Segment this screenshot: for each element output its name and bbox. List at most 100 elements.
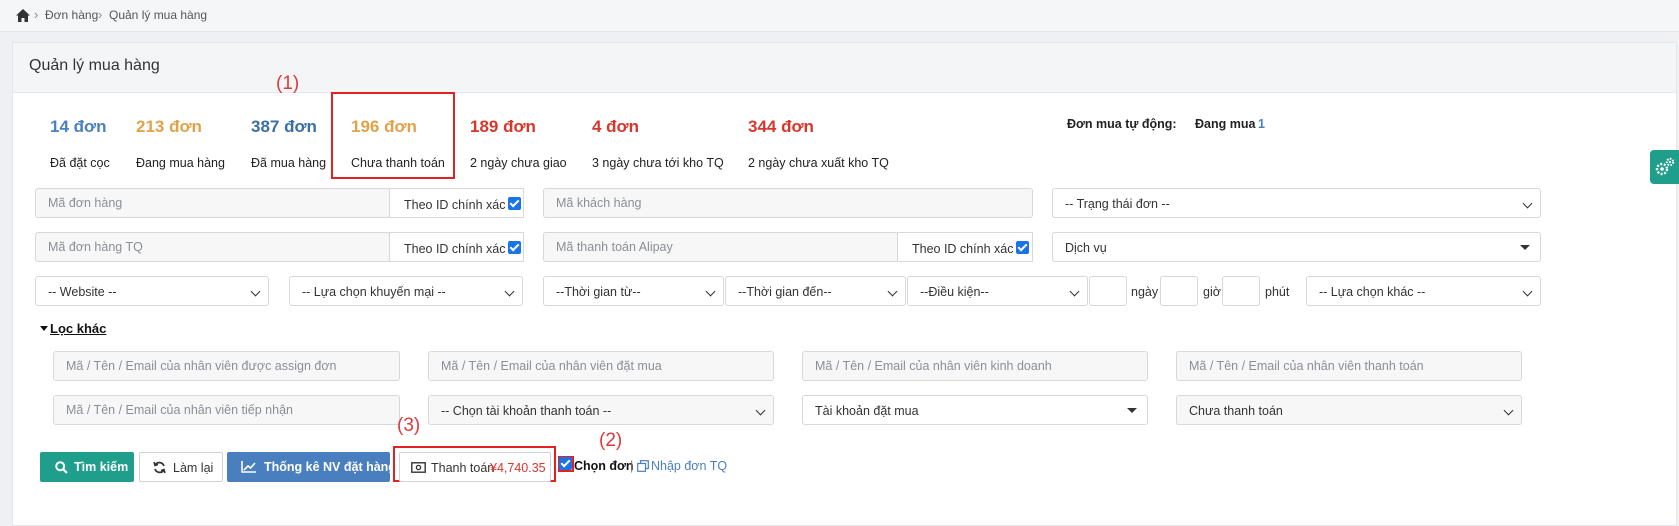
- stat-label-unpaid[interactable]: Chưa thanh toán: [351, 156, 445, 170]
- gears-icon: [1655, 157, 1675, 176]
- order-status-select[interactable]: -- Trạng thái đơn --: [1052, 188, 1541, 218]
- stat-count-not-delivered[interactable]: 189 đơn: [470, 117, 536, 137]
- stat-count-deposited[interactable]: 14 đơn: [50, 117, 107, 137]
- stat-label-bought[interactable]: Đã mua hàng: [251, 156, 326, 170]
- home-icon[interactable]: [16, 9, 30, 22]
- buy-account-value: Tài khoản đặt mua: [815, 404, 919, 418]
- alipay-code-input[interactable]: [543, 232, 898, 262]
- stat-count-not-exported[interactable]: 344 đơn: [748, 117, 814, 137]
- chevron-down-icon: [250, 286, 261, 297]
- exact-id-checkbox-1[interactable]: [508, 197, 522, 210]
- annotation-2: (2): [599, 430, 623, 451]
- reset-button-label: Làm lại: [173, 461, 214, 475]
- minutes-input[interactable]: [1222, 276, 1260, 306]
- buy-account-select[interactable]: Tài khoản đặt mua: [802, 395, 1148, 425]
- order-code-tq-input[interactable]: [35, 232, 390, 262]
- service-value: Dịch vụ: [1065, 241, 1107, 255]
- settings-tab[interactable]: [1650, 150, 1679, 184]
- sales-staff-input[interactable]: [802, 351, 1148, 381]
- other-choice-value: -- Lựa chọn khác --: [1319, 285, 1426, 299]
- chevron-right-icon: ›: [98, 7, 103, 22]
- auto-order-count[interactable]: 1: [1258, 117, 1265, 131]
- breadcrumb-orders[interactable]: Đơn hàng: [45, 8, 98, 22]
- time-from-select[interactable]: --Thời gian từ--: [543, 276, 724, 306]
- auto-order-label: Đơn mua tự động:: [1067, 117, 1177, 131]
- stat-count-buying[interactable]: 213 đơn: [136, 117, 202, 137]
- import-tq-link[interactable]: Nhập đơn TQ: [651, 459, 727, 473]
- search-icon: [55, 461, 68, 474]
- stat-label-not-delivered[interactable]: 2 ngày chưa giao: [470, 156, 567, 170]
- select-orders-label[interactable]: Chọn đơn: [574, 459, 634, 473]
- stat-label-not-exported[interactable]: 2 ngày chưa xuất kho TQ: [748, 156, 889, 170]
- time-from-value: --Thời gian từ--: [556, 285, 641, 299]
- days-input[interactable]: [1089, 276, 1127, 306]
- payment-account-select[interactable]: -- Chọn tài khoản thanh toán --: [428, 395, 774, 425]
- select-orders-checkbox[interactable]: [559, 457, 572, 470]
- stat-label-buying[interactable]: Đang mua hàng: [136, 156, 225, 170]
- actions-separator: |: [630, 459, 634, 473]
- annotation-3: (3): [397, 415, 421, 436]
- refresh-icon: [153, 461, 166, 474]
- customer-code-input[interactable]: [543, 188, 1033, 218]
- chevron-down-icon: [504, 286, 515, 297]
- stat-count-bought[interactable]: 387 đơn: [251, 117, 317, 137]
- money-icon: [411, 462, 426, 473]
- caret-down-icon: [1520, 245, 1530, 250]
- other-choice-select[interactable]: -- Lựa chọn khác --: [1306, 276, 1541, 306]
- caret-down-icon: [1127, 408, 1137, 413]
- receiver-staff-input[interactable]: [53, 395, 400, 425]
- exact-id-label: Theo ID chính xác: [404, 242, 506, 256]
- payment-staff-input[interactable]: [1176, 351, 1522, 381]
- exact-id-label: Theo ID chính xác: [404, 198, 506, 212]
- line-chart-icon: [241, 461, 256, 473]
- exact-id-checkbox-3[interactable]: [1016, 241, 1030, 254]
- stat-label-deposited[interactable]: Đã đặt cọc: [50, 156, 110, 170]
- payment-status-value: Chưa thanh toán: [1189, 404, 1283, 418]
- auto-order-status: Đang mua: [1195, 117, 1256, 131]
- time-to-value: --Thời gian đến--: [738, 285, 832, 299]
- hours-input[interactable]: [1160, 276, 1198, 306]
- days-unit-label: ngày: [1131, 285, 1159, 299]
- chevron-down-icon: [1522, 286, 1533, 297]
- order-status-value: -- Trạng thái đơn --: [1065, 197, 1170, 211]
- exact-id-label: Theo ID chính xác: [912, 242, 1014, 256]
- exact-id-toggle-3[interactable]: Theo ID chính xác: [897, 232, 1033, 262]
- stat-count-not-arrived[interactable]: 4 đơn: [592, 117, 639, 137]
- chevron-down-icon: [1522, 198, 1533, 209]
- exact-id-checkbox-2[interactable]: [508, 241, 522, 254]
- stat-count-unpaid[interactable]: 196 đơn: [351, 117, 417, 137]
- condition-select[interactable]: --Điều kiện--: [907, 276, 1088, 306]
- payment-status-select[interactable]: Chưa thanh toán: [1176, 395, 1522, 425]
- chevron-down-icon: [887, 286, 898, 297]
- payment-account-value: -- Chọn tài khoản thanh toán --: [441, 404, 612, 418]
- service-select[interactable]: Dịch vụ: [1052, 232, 1541, 262]
- website-select[interactable]: -- Website --: [35, 276, 269, 306]
- website-value: -- Website --: [48, 285, 117, 299]
- breadcrumb: [0, 0, 1679, 32]
- chevron-down-icon: [755, 405, 766, 416]
- condition-value: --Điều kiện--: [920, 285, 989, 299]
- exact-id-toggle-1[interactable]: Theo ID chính xác: [389, 188, 524, 218]
- payment-amount: ¥4,740.35: [490, 461, 546, 475]
- caret-down-icon: [40, 326, 48, 331]
- page-title: Quản lý mua hàng: [29, 57, 160, 74]
- annotation-1: (1): [276, 73, 300, 94]
- chevron-down-icon: [705, 286, 716, 297]
- panel-header: [13, 43, 1676, 93]
- hours-unit-label: giờ: [1203, 285, 1221, 299]
- more-filters-toggle[interactable]: Lọc khác: [50, 321, 106, 336]
- order-code-input[interactable]: [35, 188, 390, 218]
- stat-label-not-arrived[interactable]: 3 ngày chưa tới kho TQ: [592, 156, 724, 170]
- search-button[interactable]: Tìm kiếm: [40, 452, 134, 482]
- time-to-select[interactable]: --Thời gian đến--: [725, 276, 906, 306]
- payment-button-label: Thanh toán: [431, 461, 495, 475]
- reset-button[interactable]: Làm lại: [139, 452, 223, 482]
- staff-stats-button[interactable]: Thống kê NV đặt hàng: [227, 452, 396, 482]
- search-button-label: Tìm kiếm: [74, 460, 129, 474]
- exact-id-toggle-2[interactable]: Theo ID chính xác: [389, 232, 524, 262]
- promotion-select[interactable]: -- Lựa chọn khuyến mại --: [289, 276, 523, 306]
- buyer-staff-input[interactable]: [428, 351, 774, 381]
- payment-button[interactable]: Thanh toán ¥4,740.35: [399, 452, 551, 482]
- assigned-staff-input[interactable]: [53, 351, 400, 381]
- promotion-value: -- Lựa chọn khuyến mại --: [302, 285, 446, 299]
